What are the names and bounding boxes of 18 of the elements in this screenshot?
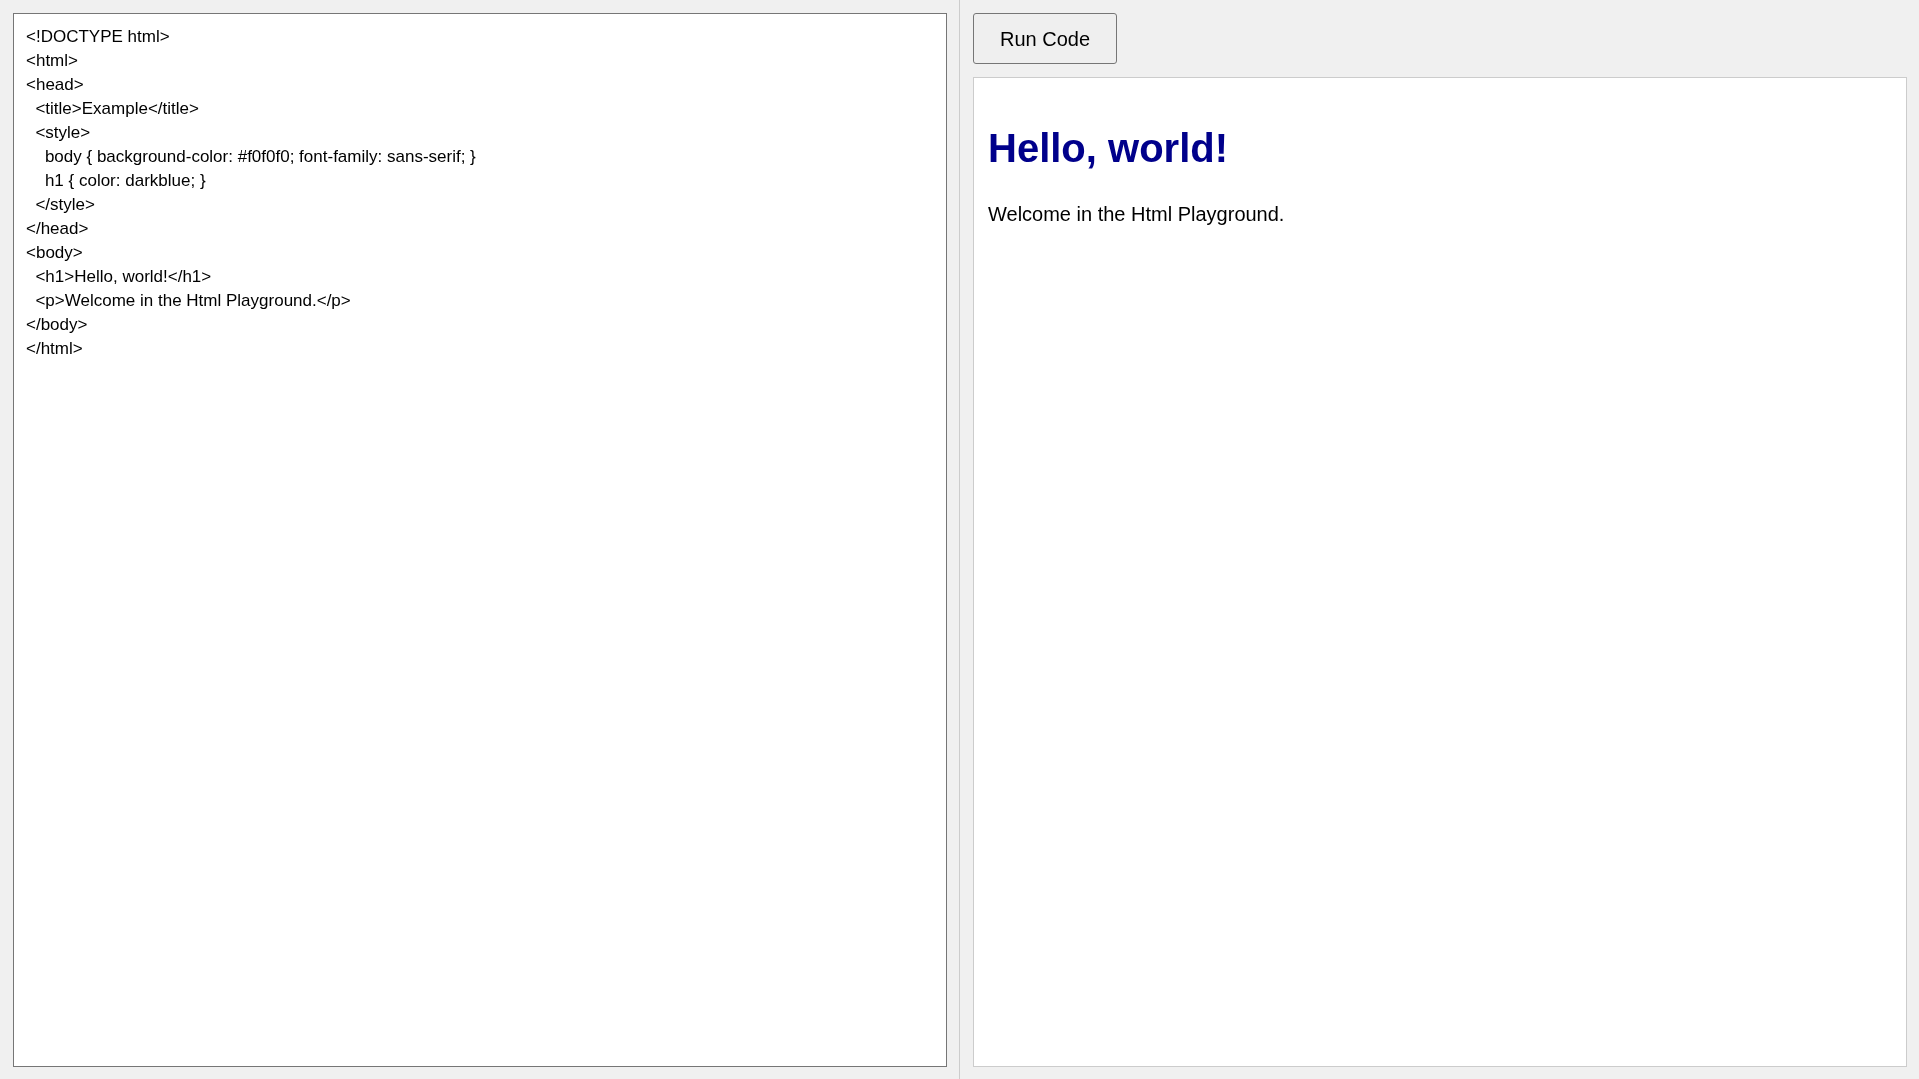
code-line: <p>Welcome in the Html Playground.</p>: [34, 290, 351, 312]
code-line: <h1>Hello, world!</h1>: [34, 266, 212, 288]
code-line: <html>: [26, 50, 78, 72]
code-line: </html>: [26, 338, 83, 360]
code-line: </head>: [26, 218, 89, 240]
code-line: </style>: [34, 194, 95, 216]
code-line: <head>: [26, 74, 84, 96]
preview-heading: Hello, world!: [988, 125, 1228, 172]
code-line: <!DOCTYPE html>: [26, 26, 170, 48]
run-code-button[interactable]: Run Code: [973, 13, 1117, 64]
code-line: </body>: [26, 314, 88, 336]
code-line: <body>: [26, 242, 83, 264]
code-line: h1 { color: darkblue; }: [43, 170, 206, 192]
preview-paragraph: Welcome in the Html Playground.: [988, 202, 1285, 226]
code-line: <title>Example</title>: [34, 98, 199, 120]
code-line: <style>: [34, 122, 91, 144]
code-line: body { background-color: #f0f0f0; font-family: sans-serif; }: [43, 146, 476, 168]
code-editor[interactable]: [13, 13, 947, 1067]
